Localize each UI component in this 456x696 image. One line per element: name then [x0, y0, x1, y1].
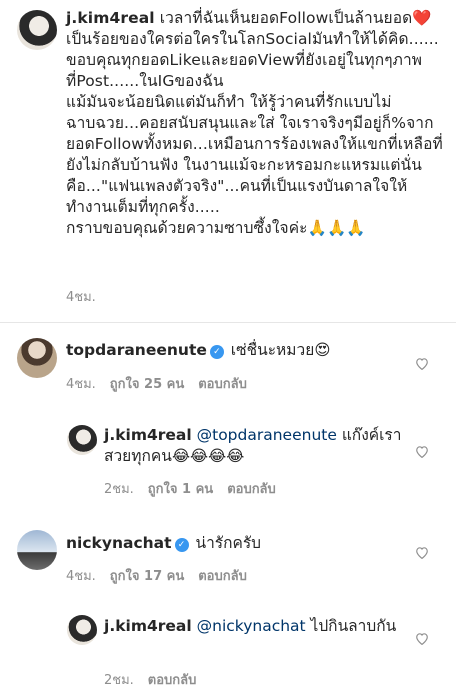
comment-likes[interactable]: ถูกใจ 25 คน	[110, 377, 184, 392]
reply-mention[interactable]: @nickynachat	[197, 617, 306, 635]
reply-username[interactable]: j.kim4real	[104, 617, 192, 635]
reply-item: j.kim4real @topdaraneenute แก๊งค์เราสวยท…	[104, 425, 404, 467]
post-timestamp: 4ชม.	[66, 290, 96, 305]
reply-button[interactable]: ตอบกลับ	[198, 569, 247, 584]
reply-avatar[interactable]	[67, 425, 97, 455]
comment-text: เซ่ชื่นะหมวย😍	[225, 341, 331, 359]
comment-meta: 4ชม. ถูกใจ 25 คน ตอบกลับ	[66, 373, 261, 394]
reply-likes[interactable]: ถูกใจ 1 คน	[148, 482, 213, 497]
heart-outline-icon[interactable]	[415, 546, 429, 559]
reply-button[interactable]: ตอบกลับ	[227, 482, 276, 497]
comment-username[interactable]: topdaraneenute	[66, 341, 207, 359]
comment-item: topdaraneenute ✓ เซ่ชื่นะหมวย😍	[66, 340, 396, 361]
reply-item: j.kim4real @nickynachat ไปกินลาบกัน	[104, 616, 404, 637]
reply-button[interactable]: ตอบกลับ	[148, 673, 197, 688]
reply-meta: 2ชม. ถูกใจ 1 คน ตอบกลับ	[104, 478, 290, 499]
reply-username[interactable]: j.kim4real	[104, 426, 192, 444]
verified-badge-icon: ✓	[209, 345, 224, 359]
comment-text: น่ารักครับ	[190, 534, 262, 552]
reply-button[interactable]: ตอบกลับ	[198, 377, 247, 392]
reply-avatar[interactable]	[67, 615, 97, 645]
post-author-username[interactable]: j.kim4real	[66, 9, 155, 27]
comment-avatar[interactable]	[17, 530, 57, 570]
divider	[0, 322, 456, 323]
reply-time: 2ชม.	[104, 673, 134, 688]
heart-outline-icon[interactable]	[415, 357, 429, 370]
reply-meta: 2ชม. ตอบกลับ	[104, 669, 210, 690]
comment-time: 4ชม.	[66, 569, 96, 584]
verified-badge-icon: ✓	[174, 538, 189, 552]
post-caption: j.kim4real เวลาที่ฉันเห็นยอดFollowเป็นล้…	[66, 8, 444, 239]
post-caption-text: เวลาที่ฉันเห็นยอดFollowเป็นล้านยอด❤️ เป็…	[66, 9, 443, 237]
comment-avatar[interactable]	[17, 338, 57, 378]
reply-text: ไปกินลาบกัน	[305, 617, 397, 635]
heart-outline-icon[interactable]	[415, 632, 429, 645]
comment-time: 4ชม.	[66, 377, 96, 392]
comment-username[interactable]: nickynachat	[66, 534, 172, 552]
post-author-avatar[interactable]	[17, 10, 57, 50]
comment-item: nickynachat ✓ น่ารักครับ	[66, 533, 396, 554]
comment-likes[interactable]: ถูกใจ 17 คน	[110, 569, 184, 584]
reply-mention[interactable]: @topdaraneenute	[197, 426, 337, 444]
heart-outline-icon[interactable]	[415, 445, 429, 458]
reply-time: 2ชม.	[104, 482, 134, 497]
comment-meta: 4ชม. ถูกใจ 17 คน ตอบกลับ	[66, 565, 261, 586]
